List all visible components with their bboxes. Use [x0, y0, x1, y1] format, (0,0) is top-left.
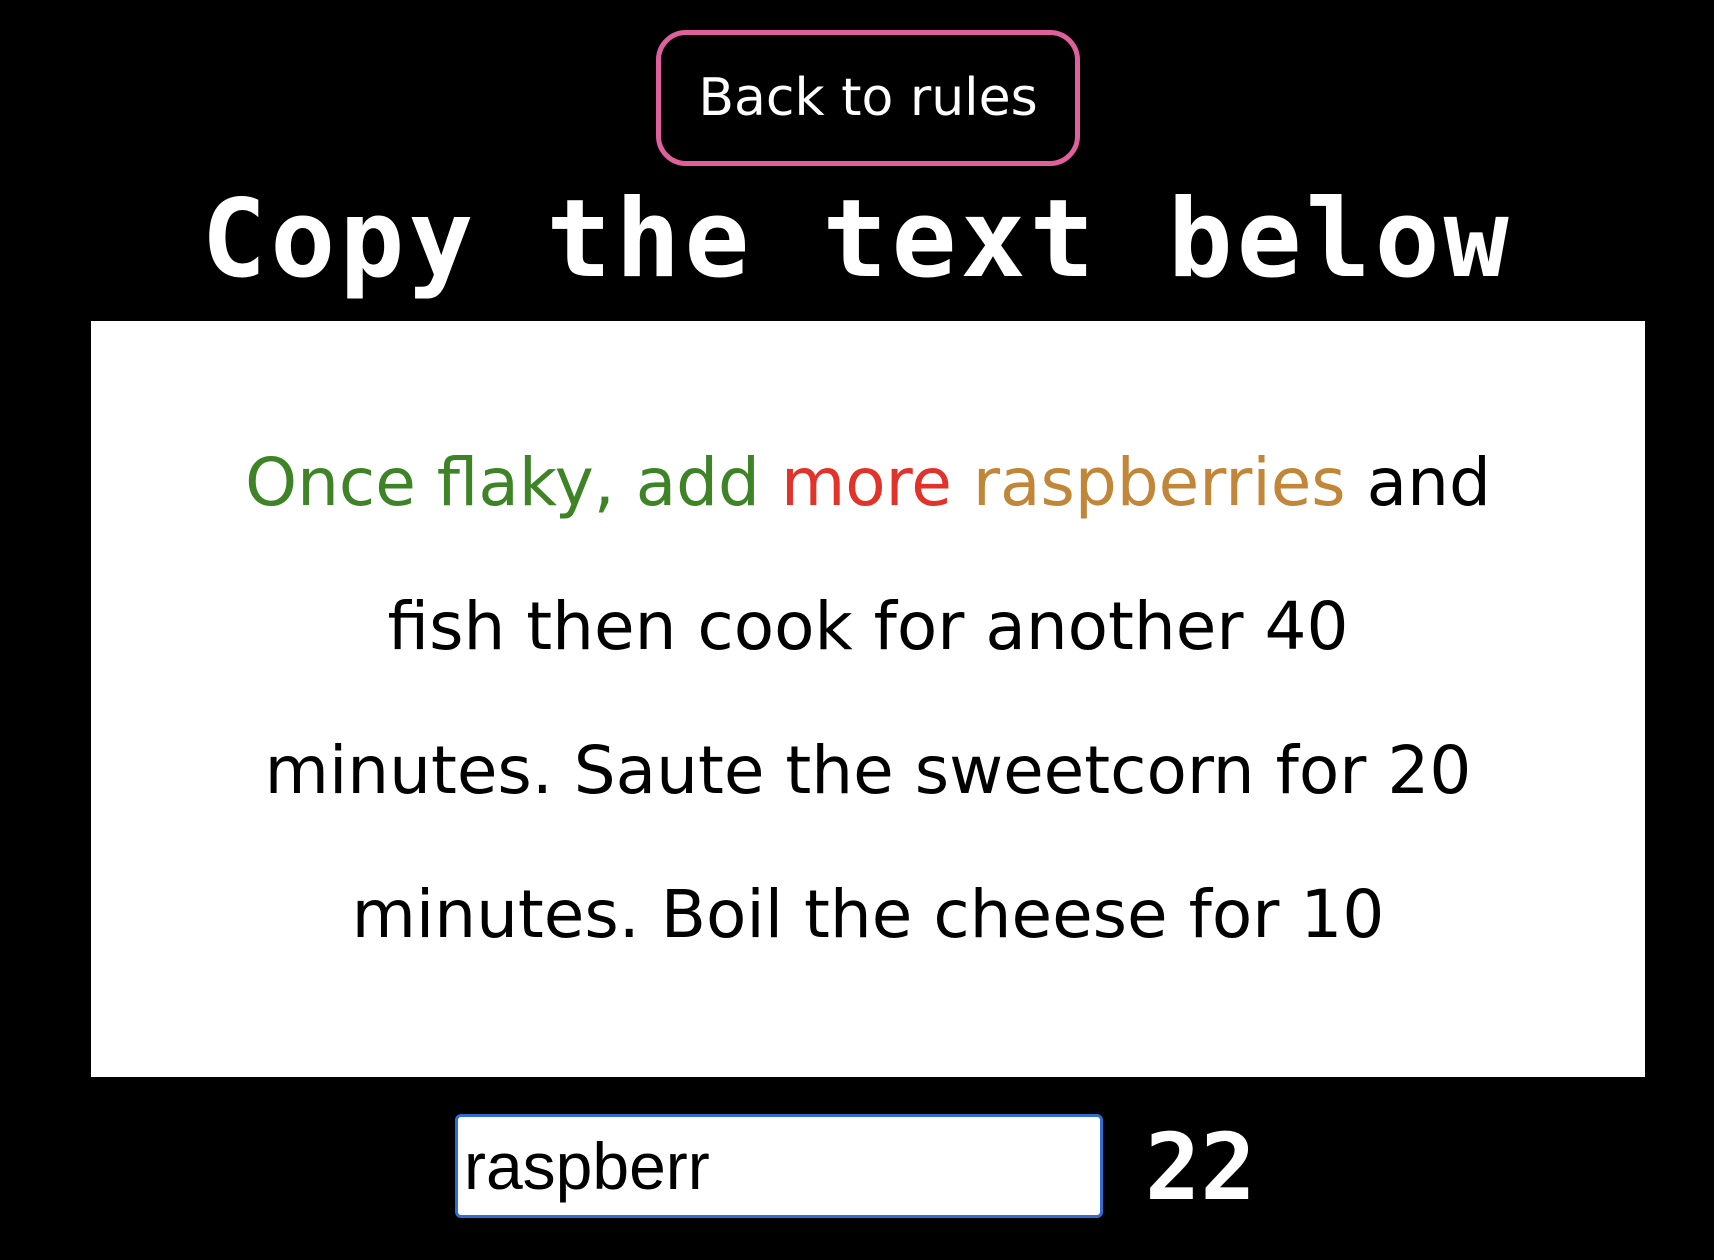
current-word: raspberries: [972, 444, 1346, 521]
page-title: Copy the text below: [201, 177, 1513, 302]
typing-input[interactable]: [464, 1117, 1100, 1215]
mistyped-word: more: [780, 444, 952, 521]
completed-words: Once flaky, add: [245, 444, 760, 521]
passage-text: Once flaky, add more raspberries and fis…: [241, 411, 1495, 987]
text-panel: Once flaky, add more raspberries and fis…: [91, 321, 1645, 1077]
timer-counter: 22: [1145, 1114, 1256, 1221]
typing-input-box[interactable]: [455, 1114, 1103, 1218]
back-to-rules-button[interactable]: Back to rules: [656, 30, 1080, 166]
